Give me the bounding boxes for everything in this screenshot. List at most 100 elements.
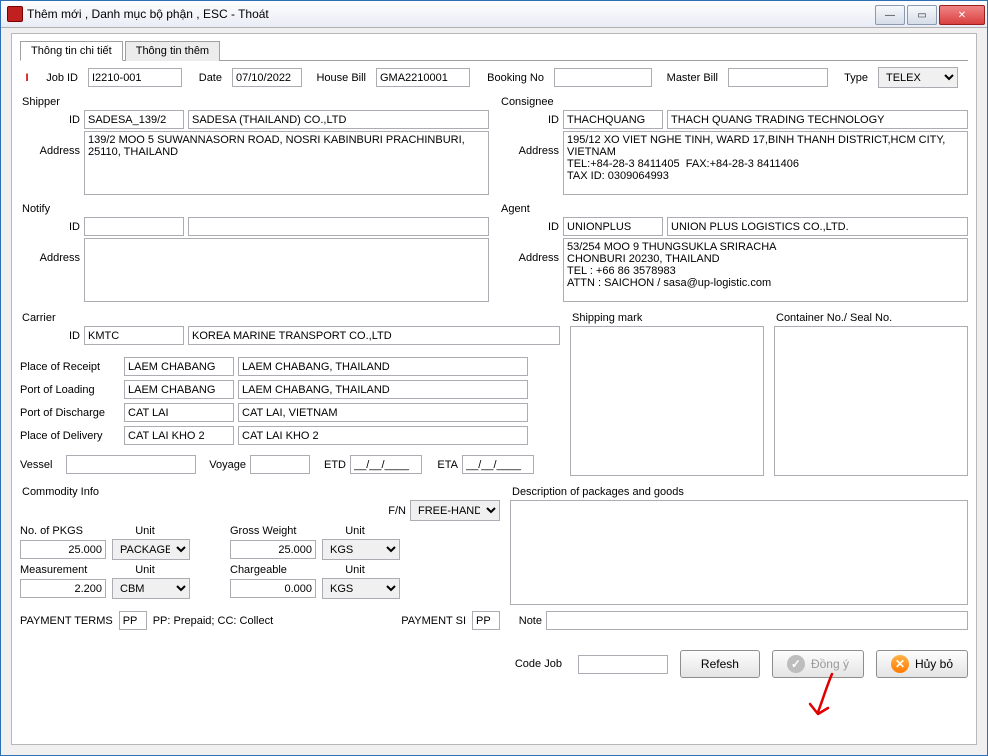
- eta-input[interactable]: [462, 455, 534, 474]
- consignee-id-input[interactable]: [563, 110, 663, 129]
- shipper-title: Shipper: [22, 96, 489, 108]
- carrier-name-input[interactable]: [188, 326, 560, 345]
- voyage-input[interactable]: [250, 455, 310, 474]
- refresh-button[interactable]: Refesh: [680, 650, 760, 678]
- agent-id-label: ID: [499, 221, 563, 233]
- titlebar: Thêm mới , Danh mục bộ phận , ESC - Thoá…: [1, 1, 987, 28]
- pod-label: Port of Discharge: [20, 407, 124, 419]
- agent-id-input[interactable]: [563, 217, 663, 236]
- maximize-button[interactable]: ▭: [907, 5, 937, 25]
- window-title: Thêm mới , Danh mục bộ phận , ESC - Thoá…: [27, 7, 269, 21]
- jobid-label: Job ID: [40, 72, 82, 84]
- required-mark-icon: I: [20, 72, 34, 84]
- notify-id-input[interactable]: [84, 217, 184, 236]
- shipping-mark-label: Shipping mark: [572, 312, 764, 324]
- description-input[interactable]: [510, 500, 968, 605]
- pkgs-unit-label: Unit: [110, 525, 180, 537]
- consignee-title: Consignee: [501, 96, 968, 108]
- fn-label: F/N: [376, 505, 410, 517]
- close-button[interactable]: ✕: [939, 5, 985, 25]
- tab-extra[interactable]: Thông tin thêm: [125, 41, 220, 61]
- podel-code-input[interactable]: [124, 426, 234, 445]
- etd-input[interactable]: [350, 455, 422, 474]
- container-no-input[interactable]: [774, 326, 968, 476]
- grossweight-label: Gross Weight: [230, 525, 310, 537]
- consignee-id-label: ID: [499, 114, 563, 126]
- tab-detail[interactable]: Thông tin chi tiết: [20, 41, 123, 61]
- pol-code-input[interactable]: [124, 380, 234, 399]
- notify-id-label: ID: [20, 221, 84, 233]
- payment-si-input[interactable]: [472, 611, 500, 630]
- date-input[interactable]: [232, 68, 302, 87]
- commodity-title: Commodity Info: [22, 486, 500, 498]
- agree-button[interactable]: ✓ Đồng ý: [772, 650, 864, 678]
- codejob-input[interactable]: [578, 655, 668, 674]
- pkgs-input[interactable]: [20, 540, 106, 559]
- minimize-button[interactable]: —: [875, 5, 905, 25]
- shipper-address-label: Address: [20, 131, 84, 157]
- voyage-label: Voyage: [196, 459, 250, 471]
- por-label: Place of Receipt: [20, 361, 124, 373]
- agent-address-input[interactable]: 53/254 MOO 9 THUNGSUKLA SRIRACHA CHONBUR…: [563, 238, 968, 302]
- podel-label: Place of Delivery: [20, 430, 124, 442]
- podel-name-input[interactable]: [238, 426, 528, 445]
- measurement-unit-select[interactable]: CBM: [112, 578, 190, 599]
- pkgs-label: No. of PKGS: [20, 525, 100, 537]
- grossweight-input[interactable]: [230, 540, 316, 559]
- shipper-id-input[interactable]: [84, 110, 184, 129]
- notify-address-label: Address: [20, 238, 84, 264]
- chargeable-unit-select[interactable]: KGS: [322, 578, 400, 599]
- pod-code-input[interactable]: [124, 403, 234, 422]
- payment-terms-input[interactable]: [119, 611, 147, 630]
- app-window: Thêm mới , Danh mục bộ phận , ESC - Thoá…: [0, 0, 988, 756]
- close-icon: ✕: [891, 655, 909, 673]
- shipper-name-input[interactable]: [188, 110, 489, 129]
- chargeable-label: Chargeable: [230, 564, 310, 576]
- shipping-mark-input[interactable]: [570, 326, 764, 476]
- check-icon: ✓: [787, 655, 805, 673]
- bookingno-label: Booking No: [476, 72, 548, 84]
- chargeable-input[interactable]: [230, 579, 316, 598]
- shipper-id-label: ID: [20, 114, 84, 126]
- pkgs-unit-select[interactable]: PACKAGE: [112, 539, 190, 560]
- por-code-input[interactable]: [124, 357, 234, 376]
- consignee-address-input[interactable]: 195/12 XO VIET NGHE TINH, WARD 17,BINH T…: [563, 131, 968, 195]
- grossweight-unit-label: Unit: [320, 525, 390, 537]
- chargeable-unit-label: Unit: [320, 564, 390, 576]
- vessel-input[interactable]: [66, 455, 196, 474]
- agent-name-input[interactable]: [667, 217, 968, 236]
- app-icon: [7, 6, 23, 22]
- top-row: I Job ID Date House Bill Booking No Mast…: [20, 67, 968, 88]
- por-name-input[interactable]: [238, 357, 528, 376]
- measurement-unit-label: Unit: [110, 564, 180, 576]
- type-label: Type: [834, 72, 872, 84]
- housebill-label: House Bill: [308, 72, 370, 84]
- etd-label: ETD: [310, 459, 350, 471]
- housebill-input[interactable]: [376, 68, 470, 87]
- masterbill-input[interactable]: [728, 68, 828, 87]
- shipper-address-input[interactable]: 139/2 MOO 5 SUWANNASORN ROAD, NOSRI KABI…: [84, 131, 489, 195]
- payment-si-label: PAYMENT SI: [401, 615, 466, 627]
- notify-name-input[interactable]: [188, 217, 489, 236]
- cancel-button[interactable]: ✕ Hủy bỏ: [876, 650, 968, 678]
- carrier-id-input[interactable]: [84, 326, 184, 345]
- pol-name-input[interactable]: [238, 380, 528, 399]
- payment-terms-hint: PP: Prepaid; CC: Collect: [153, 615, 273, 627]
- eta-label: ETA: [422, 459, 462, 471]
- measurement-label: Measurement: [20, 564, 100, 576]
- notify-address-input[interactable]: [84, 238, 489, 302]
- grossweight-unit-select[interactable]: KGS: [322, 539, 400, 560]
- bookingno-input[interactable]: [554, 68, 652, 87]
- vessel-label: Vessel: [20, 459, 66, 471]
- fn-select[interactable]: FREE-HAND: [410, 500, 500, 521]
- measurement-input[interactable]: [20, 579, 106, 598]
- jobid-input[interactable]: [88, 68, 182, 87]
- note-input[interactable]: [546, 611, 968, 630]
- consignee-name-input[interactable]: [667, 110, 968, 129]
- annotation-arrow-icon: [802, 670, 852, 726]
- container-no-label: Container No./ Seal No.: [776, 312, 968, 324]
- pod-name-input[interactable]: [238, 403, 528, 422]
- note-label: Note: [510, 615, 546, 627]
- client-area: Thông tin chi tiết Thông tin thêm I Job …: [11, 33, 977, 745]
- type-select[interactable]: TELEX: [878, 67, 958, 88]
